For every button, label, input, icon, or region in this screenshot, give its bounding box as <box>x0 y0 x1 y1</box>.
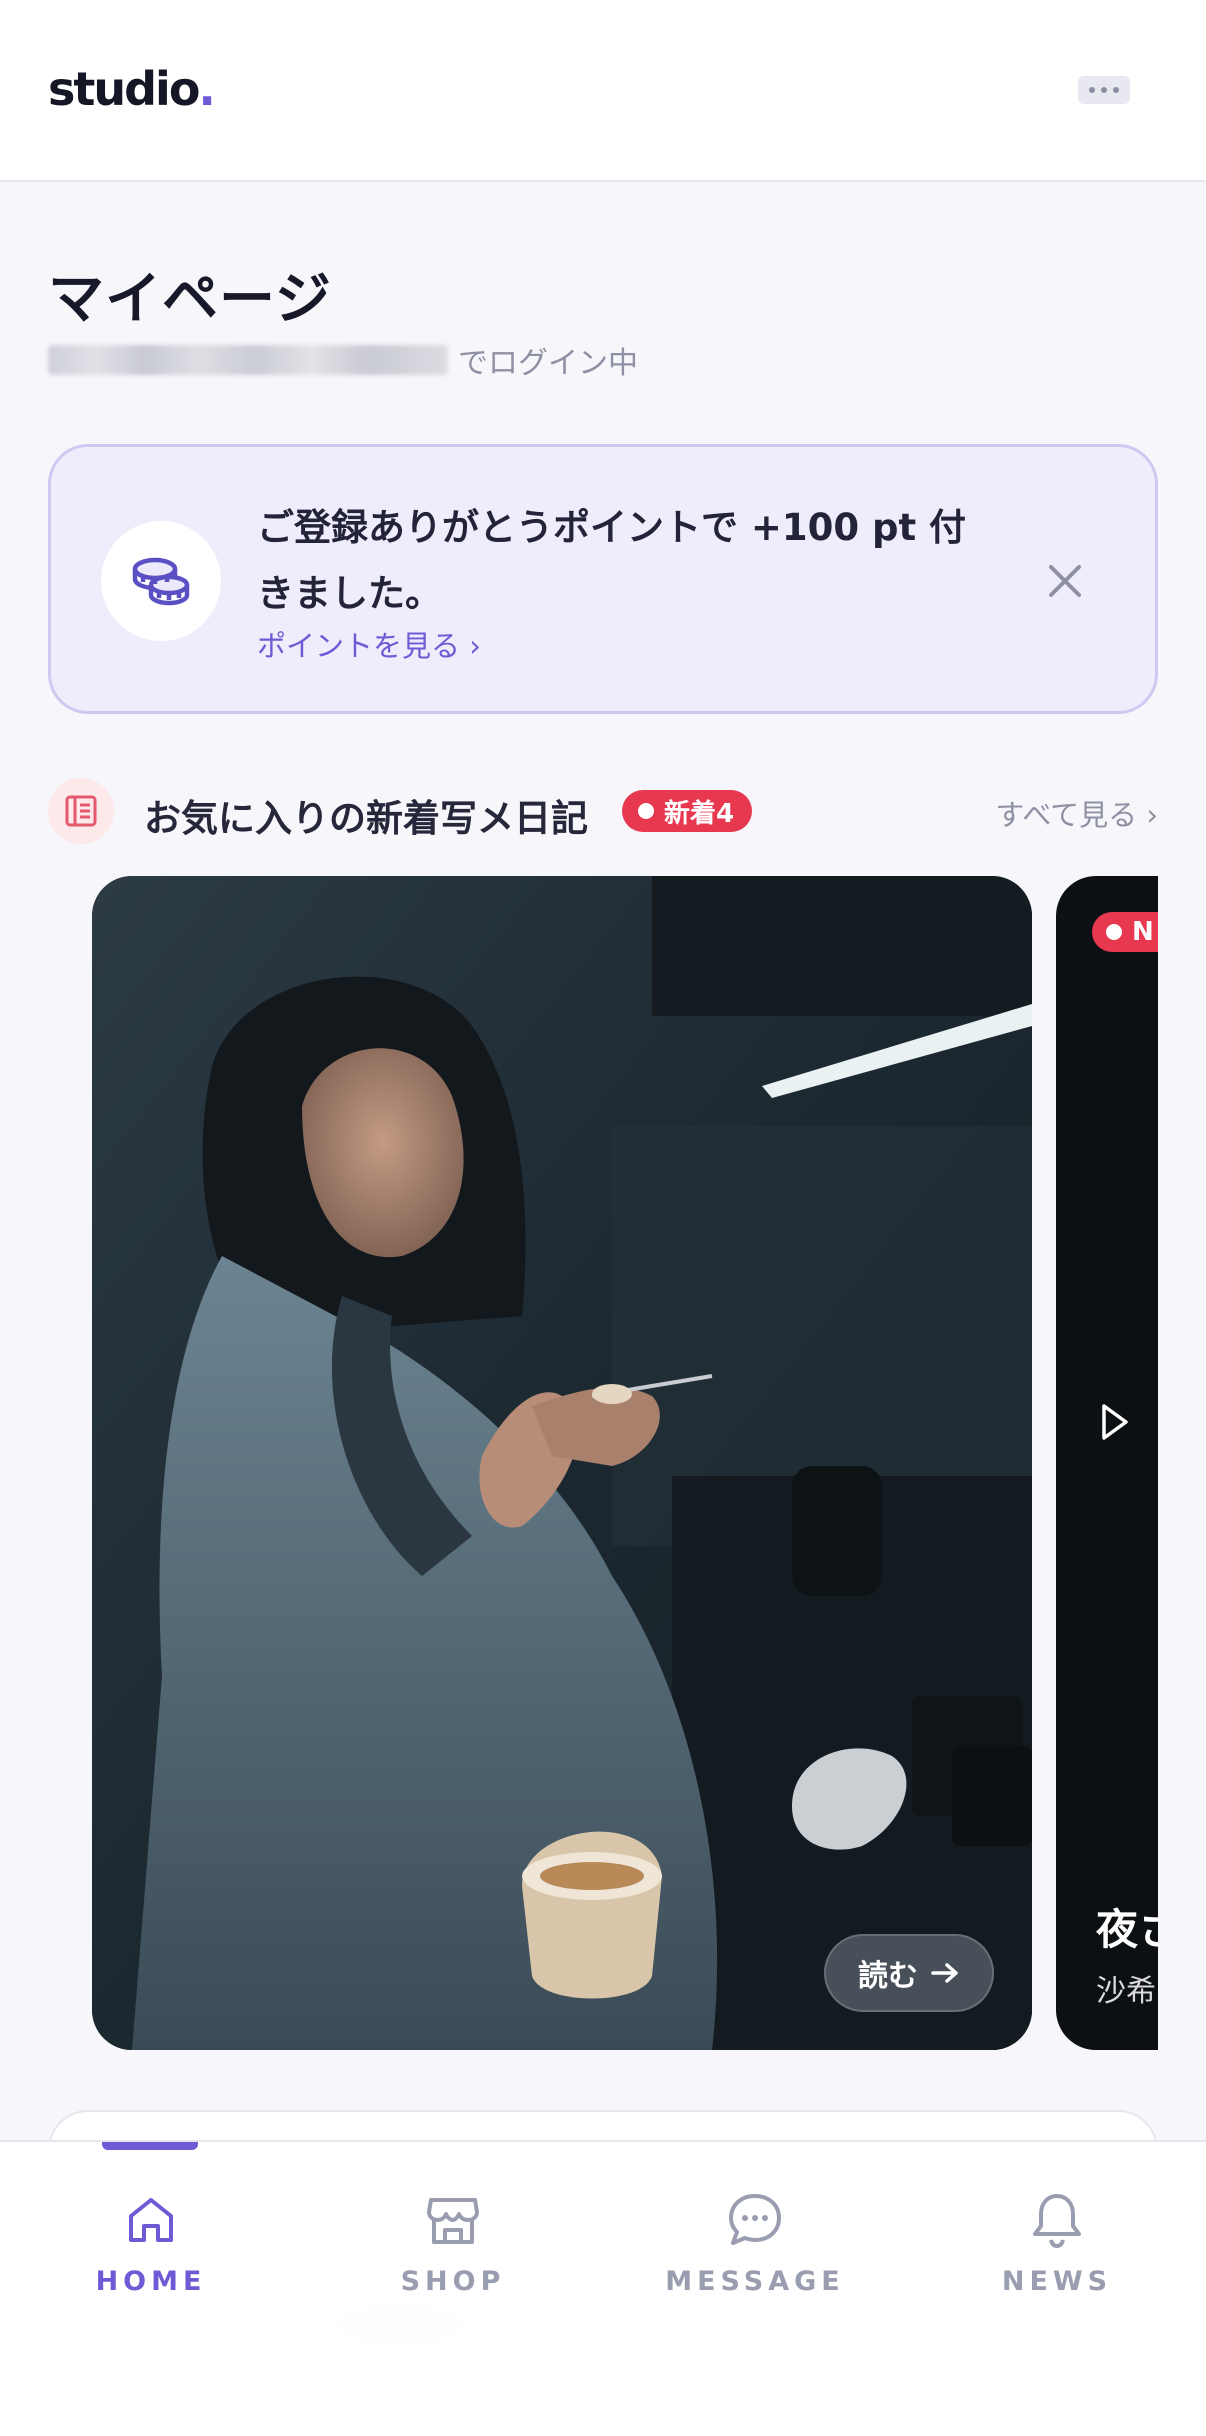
coins-icon <box>101 521 221 641</box>
close-icon[interactable] <box>1041 557 1089 605</box>
read-button[interactable]: 読む <box>824 1934 994 2012</box>
more-dot <box>1113 87 1119 93</box>
logo-dot: . <box>198 62 216 116</box>
redacted-email <box>48 345 448 375</box>
read-label: 読む <box>858 1959 918 1994</box>
more-horizontal-icon <box>1089 87 1095 93</box>
see-all-link[interactable]: すべて見る › <box>995 792 1158 834</box>
diary-card[interactable]: 読む <box>92 876 1032 2050</box>
login-status: でログイン中 <box>48 338 638 382</box>
card-title: 夜さ <box>1096 1905 1158 1954</box>
more-dot <box>1101 87 1107 93</box>
tab-label-news: NEWS <box>1001 2266 1113 2297</box>
tab-message[interactable]: MESSAGE <box>604 2142 906 2436</box>
diary-photo <box>92 876 1032 2050</box>
login-status-text: でログイン中 <box>458 346 638 381</box>
badge-dot <box>638 803 654 819</box>
notice-message: ご登録ありがとうポイントで +100 pt 付きました。 <box>257 506 967 615</box>
view-points-link[interactable]: ポイントを見る › <box>257 623 481 665</box>
tab-shop[interactable]: SHOP <box>302 2142 604 2436</box>
active-tab-indicator <box>102 2142 198 2150</box>
new-count-badge: 新着4 <box>622 790 753 832</box>
more-menu-button[interactable] <box>1078 76 1130 104</box>
bell-icon <box>1033 2194 1081 2248</box>
diary-icon <box>48 778 114 844</box>
peek-badge-label: N <box>1132 917 1154 947</box>
home-icon <box>129 2198 173 2242</box>
favorite-diary-section-header: お気に入りの新着写メ日記 新着4 すべて見る › <box>48 778 1158 844</box>
page-title: マイページ <box>48 267 332 332</box>
section-title: お気に入りの新着写メ日記 <box>144 797 588 840</box>
new-count-label: 新着4 <box>664 798 735 829</box>
app-header: studio. <box>0 0 1206 182</box>
play-icon[interactable] <box>1100 1402 1130 1442</box>
points-notice-banner: ご登録ありがとうポイントで +100 pt 付きました。 ポイントを見る › <box>48 444 1158 714</box>
card-author: 沙希 <box>1096 1974 1156 2009</box>
tab-news[interactable]: NEWS <box>906 2142 1206 2436</box>
tab-label-home: HOME <box>95 2266 207 2297</box>
diary-card-next[interactable]: N 夜さ 沙希 <box>1056 876 1158 2050</box>
new-badge: N <box>1092 912 1158 952</box>
badge-dot <box>1106 924 1122 940</box>
tab-label-shop: SHOP <box>400 2266 506 2297</box>
tab-home[interactable]: HOME <box>0 2142 302 2436</box>
message-icon <box>729 2194 781 2245</box>
arrow-right-icon <box>931 1963 958 1983</box>
studio-logo[interactable]: studio. <box>48 62 216 116</box>
logo-text: studio <box>48 62 200 116</box>
tab-label-message: MESSAGE <box>665 2266 845 2297</box>
shop-icon <box>427 2198 479 2244</box>
bottom-tab-bar: HOME SHOP MESSAGE NEWS <box>0 2140 1206 2436</box>
